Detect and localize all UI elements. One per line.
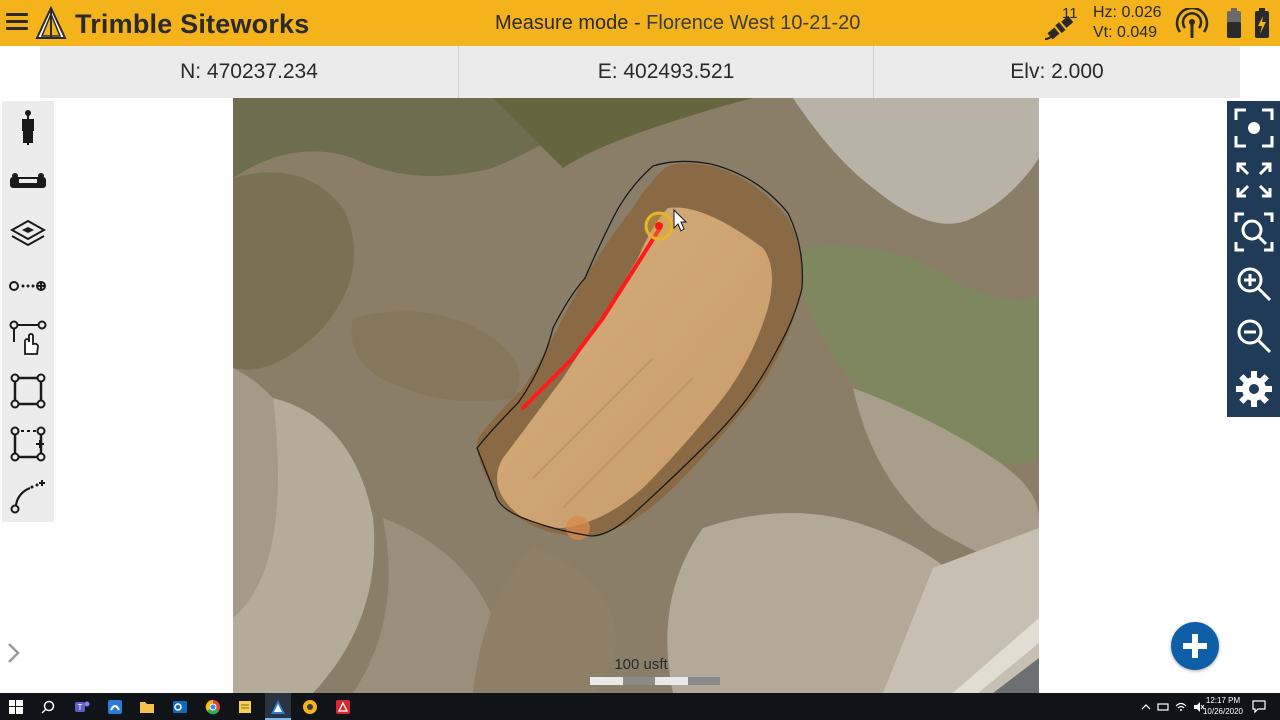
app-icon: [108, 700, 122, 714]
wifi-icon[interactable]: [1175, 702, 1187, 712]
network-icon[interactable]: [1157, 702, 1169, 712]
boundary-button[interactable]: [7, 369, 49, 413]
outlook-button[interactable]: [170, 697, 190, 717]
fit-view-button[interactable]: [1233, 158, 1275, 202]
trimble-logo: [35, 6, 67, 39]
scale-label: 100 usft: [614, 656, 668, 673]
point-marker-icon[interactable]: [644, 211, 674, 241]
zoom-extents-button[interactable]: [1233, 106, 1275, 150]
windows-icon: [9, 700, 23, 714]
measure-line-icon: [9, 281, 46, 291]
zoom-in-icon: [1237, 267, 1272, 302]
zoom-out-button[interactable]: [1233, 314, 1275, 358]
curve-points-icon: [10, 480, 45, 514]
file-explorer-button[interactable]: [137, 697, 157, 717]
north-coordinate[interactable]: N: 470237.234: [40, 46, 459, 98]
teams-icon: T: [75, 701, 90, 712]
right-toolbar: [1227, 101, 1280, 417]
battery-charging-icon[interactable]: [1255, 8, 1269, 38]
outlook-icon: [173, 701, 187, 713]
trimble-icon: [271, 700, 285, 714]
curve-button[interactable]: [7, 474, 49, 518]
svg-text:T: T: [78, 703, 83, 712]
windows-taskbar: T 12:17 PM 10/26/2020: [0, 693, 1280, 720]
menu-icon[interactable]: [6, 13, 28, 31]
siteworks-taskbar-button[interactable]: [105, 697, 125, 717]
trimble-siteworks-taskbar-button[interactable]: [268, 697, 288, 717]
app-title: Trimble Siteworks: [75, 9, 310, 39]
layers-button[interactable]: [7, 211, 49, 255]
mode-title: Measure mode - Florence West 10-21-20: [495, 12, 860, 35]
battery-icon[interactable]: [1227, 8, 1241, 38]
scale-bar: [590, 677, 720, 685]
chevron-up-icon[interactable]: [1141, 702, 1151, 712]
notes-icon: [239, 701, 251, 713]
teams-button[interactable]: T: [72, 697, 92, 717]
acrobat-button[interactable]: [333, 697, 353, 717]
plus-icon: [1183, 634, 1207, 658]
rover-pole-icon: [22, 110, 34, 145]
search-button[interactable]: [38, 697, 58, 717]
elevation-value[interactable]: Elv: 2.000: [874, 46, 1240, 98]
sketch-button[interactable]: [300, 697, 320, 717]
open-boundary-button[interactable]: [7, 422, 49, 466]
acrobat-icon: [336, 700, 350, 714]
rover-pole-button[interactable]: [7, 106, 49, 150]
laser-button[interactable]: [7, 158, 49, 202]
add-button[interactable]: [1171, 622, 1219, 670]
project-name: Florence West 10-21-20: [646, 12, 861, 34]
folder-icon: [140, 702, 154, 713]
zoom-window-icon: [1234, 212, 1274, 252]
app-header: Trimble Siteworks Measure mode - Florenc…: [0, 0, 1280, 46]
system-tray: [1141, 699, 1205, 714]
layers-icon: [10, 219, 46, 247]
vt-precision: Vt: 0.049: [1093, 24, 1158, 41]
notification-icon[interactable]: [1252, 700, 1266, 713]
sketch-icon: [303, 700, 317, 714]
measure-line-button[interactable]: [7, 264, 49, 308]
expand-arrows-icon: [1236, 162, 1272, 198]
zoom-extents-icon: [1234, 108, 1274, 148]
start-button[interactable]: [6, 697, 26, 717]
clock-time: 12:17 PM: [1205, 696, 1241, 705]
precision-readout[interactable]: Hz: 0.026 Vt: 0.049: [1093, 3, 1161, 43]
search-icon: [41, 700, 55, 714]
chrome-button[interactable]: [203, 697, 223, 717]
settings-button[interactable]: [1233, 367, 1275, 411]
radio-signal-icon[interactable]: [1175, 8, 1209, 40]
mode-label: Measure mode -: [495, 12, 647, 34]
chevron-right-icon[interactable]: [6, 640, 22, 666]
gear-icon: [1236, 371, 1272, 407]
hz-precision: Hz: 0.026: [1093, 4, 1162, 21]
boundary-open-icon: [10, 426, 46, 462]
coordinate-bar: N: 470237.234 E: 402493.521 Elv: 2.000: [40, 46, 1240, 98]
map-view[interactable]: [233, 98, 1039, 693]
chrome-icon: [205, 699, 220, 715]
aerial-imagery[interactable]: [233, 98, 1039, 693]
left-toolbar: [2, 101, 54, 522]
tap-select-icon: [9, 320, 47, 355]
zoom-out-icon: [1237, 319, 1272, 354]
satellite-count: 11: [1062, 5, 1078, 22]
clock-date: 10/26/2020: [1202, 707, 1244, 716]
taskbar-clock[interactable]: 12:17 PM 10/26/2020: [1200, 695, 1246, 717]
notes-button[interactable]: [235, 697, 255, 717]
map-scale: 100 usft: [560, 656, 722, 690]
boundary-square-icon: [10, 373, 46, 409]
select-button[interactable]: [7, 316, 49, 360]
zoom-window-button[interactable]: [1233, 210, 1275, 254]
laser-instrument-icon: [10, 173, 46, 188]
zoom-in-button[interactable]: [1233, 262, 1275, 306]
east-coordinate[interactable]: E: 402493.521: [459, 46, 874, 98]
